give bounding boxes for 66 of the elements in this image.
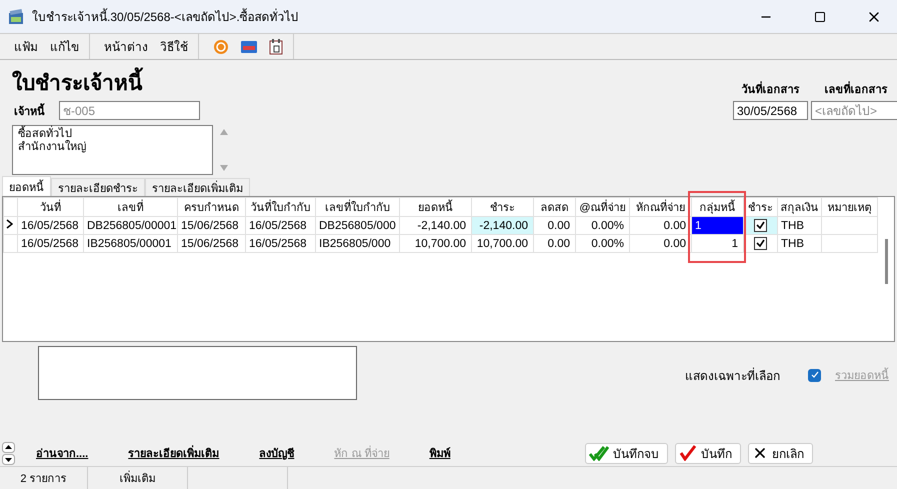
table-cell: DB256805/00001 [84, 216, 178, 234]
menu-item[interactable]: วิธีใช้ [160, 37, 188, 56]
paid-checkbox[interactable] [754, 218, 767, 232]
menu-item[interactable]: แฟ้ม [14, 37, 38, 56]
action-link[interactable]: รายละเอียดเพิ่มเติม [128, 444, 220, 462]
table-cell: DB256805/000 [316, 216, 400, 234]
table-cell: 15/06/2568 [178, 216, 246, 234]
save-close-button[interactable]: บันทึกจบ [585, 442, 668, 464]
column-header[interactable]: เลขที่ [84, 198, 178, 216]
table-cell: 16/05/2568 [18, 234, 84, 252]
table-cell: 10,700.00 [472, 234, 534, 252]
action-link[interactable]: อ่านจาก.... [36, 444, 88, 462]
address-field[interactable]: ซื้อสดทั่วไป สำนักงานใหญ่ [12, 125, 213, 175]
table-cell: -2,140.00 [400, 216, 472, 234]
table-cell: 15/06/2568 [178, 234, 246, 252]
double-check-icon [589, 445, 609, 461]
row-pointer-icon [6, 219, 13, 229]
doc-date-label: วันที่เอกสาร [742, 80, 800, 98]
table-cell: 0.00 [534, 216, 576, 234]
table-cell: THB [778, 234, 822, 252]
tab[interactable]: ยอดหนี้ [2, 176, 51, 196]
maximize-icon[interactable] [814, 10, 826, 22]
menu-item[interactable]: แก้ไข [50, 37, 79, 56]
table-cell: 0.00 [630, 234, 692, 252]
app-icon [8, 8, 24, 24]
window-title: ใบชำระเจ้าหนี้.30/05/2568-<เลขถัดไป>.ซื้อสดทั่วไป [32, 7, 300, 26]
notebook-icon[interactable] [269, 38, 283, 54]
tab[interactable]: รายละเอียดชำระ [51, 178, 145, 196]
form-heading: ใบชำระเจ้าหนี้ [12, 66, 229, 99]
menu-item[interactable]: หน้าต่าง [104, 37, 148, 56]
action-link[interactable]: ลงบัญชี [259, 444, 294, 462]
check-icon [679, 445, 697, 461]
doc-number-label: เลขที่เอกสาร [824, 80, 888, 98]
table-cell: IB256805/00001 [84, 234, 178, 252]
table-cell: 1 [692, 234, 744, 252]
creditor-field[interactable]: ช-005 [59, 101, 200, 120]
cancel-button[interactable]: ยกเลิก [748, 442, 813, 464]
row-header[interactable] [4, 216, 18, 234]
table-cell: 16/05/2568 [18, 216, 84, 234]
scrollbar-thumb[interactable] [884, 239, 888, 284]
table-cell: -2,140.00 [472, 216, 534, 234]
table-cell: THB [778, 216, 822, 234]
table-cell: 10,700.00 [400, 234, 472, 252]
tab[interactable]: รายละเอียดเพิ่มเติม [145, 178, 250, 196]
doc-date-field[interactable]: 30/05/2568 [733, 101, 808, 120]
status-text: 2 รายการ [0, 467, 88, 489]
table-cell: 0.00 [534, 234, 576, 252]
table-cell: 0.00 [630, 216, 692, 234]
status-text: เพิ่มเติม [88, 467, 188, 489]
close-icon [752, 445, 768, 461]
doc-number-field[interactable]: <เลขถัดไป> [811, 101, 897, 120]
paid-checkbox[interactable] [754, 236, 767, 250]
note-field[interactable] [38, 346, 357, 400]
table-cell: 0.00% [576, 234, 630, 252]
table-cell: 0.00% [576, 216, 630, 234]
column-header[interactable]: เลขที่ใบกำกับ [316, 198, 400, 216]
save-button[interactable]: บันทึก [675, 442, 741, 464]
table-cell: 16/05/2568 [246, 234, 316, 252]
check-icon [810, 371, 818, 379]
show-selected-label: แสดงเฉพาะที่เลือก [685, 366, 780, 385]
table-cell: IB256805/000 [316, 234, 400, 252]
table-cell: 1 [692, 216, 744, 234]
table-cell: 16/05/2568 [246, 216, 316, 234]
show-selected-checkbox[interactable] [808, 368, 821, 382]
creditor-label: เจ้าหนี้ [14, 102, 45, 120]
action-link[interactable]: พิมพ์ [429, 444, 450, 462]
